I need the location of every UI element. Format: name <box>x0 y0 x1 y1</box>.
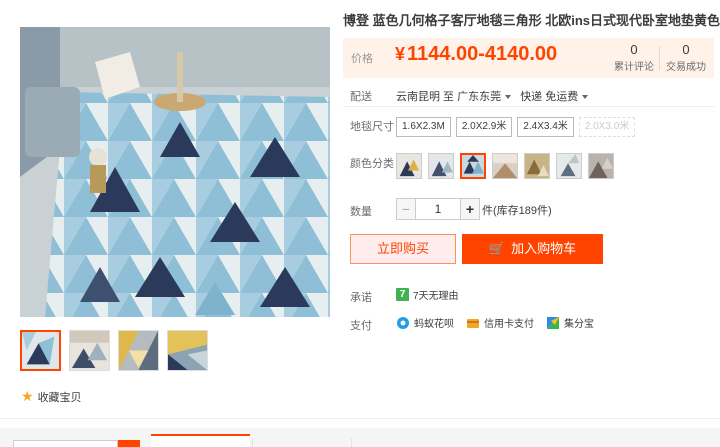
promise-text: 7天无理由 <box>413 291 459 302</box>
shipping-label: 配送 <box>350 91 372 103</box>
quantity-decrease-button[interactable]: − <box>396 198 416 220</box>
quantity-input[interactable]: 1 <box>416 198 460 220</box>
ship-method-dropdown[interactable]: 快递 免运费 <box>520 91 594 103</box>
product-title: 博登 蓝色几何格子客厅地毯三角形 北欧ins日式现代卧室地垫黄色 <box>343 13 720 28</box>
huabei-icon <box>397 316 409 329</box>
chevron-down-icon <box>505 95 512 100</box>
star-icon: ★ <box>21 388 34 404</box>
thumbnail-strip <box>20 330 208 371</box>
thumbnail-1[interactable] <box>20 330 61 371</box>
jifenbao-icon <box>547 316 559 329</box>
quantity-stepper: − 1 + <box>396 198 480 220</box>
price-box: 价格 ¥1144.00-4140.00 0 累计评论 0 交易成功 <box>343 38 714 78</box>
ship-to: 广东东莞 <box>457 91 502 103</box>
color-swatch[interactable] <box>556 153 582 179</box>
color-swatch-selected[interactable] <box>460 153 486 179</box>
color-swatch[interactable] <box>492 153 518 179</box>
color-swatch[interactable] <box>396 153 422 179</box>
reviews-count: 0 <box>630 42 638 57</box>
color-swatches <box>396 153 614 179</box>
cart-icon: 🛒 <box>488 241 506 256</box>
promise-label: 承诺 <box>350 292 372 304</box>
payment-label: 支付 <box>350 320 372 332</box>
price-label: 价格 <box>351 53 373 65</box>
sales-label: 交易成功 <box>666 62 706 73</box>
thumbnail-4[interactable] <box>167 330 208 371</box>
section-divider <box>0 418 720 419</box>
payment-method-label: 蚂蚁花呗 <box>414 319 454 330</box>
shop-search-button[interactable] <box>118 440 140 447</box>
reviews-stat[interactable]: 0 累计评论 <box>614 42 654 73</box>
stat-divider <box>659 46 660 70</box>
rug-photo <box>20 27 330 317</box>
favorite-button[interactable]: ★ 收藏宝贝 <box>21 388 82 405</box>
size-option[interactable]: 1.6X2.3M <box>396 117 451 137</box>
sales-count: 0 <box>682 42 690 57</box>
thumbnail-2[interactable] <box>69 330 110 371</box>
tab-inactive[interactable] <box>252 438 352 447</box>
quantity-label: 数量 <box>350 206 372 218</box>
divider <box>343 106 714 107</box>
size-option[interactable]: 2.4X3.4米 <box>517 117 574 137</box>
chevron-down-icon <box>582 95 589 100</box>
seven-day-icon: 7 <box>396 288 409 301</box>
size-options: 1.6X2.3M 2.0X2.9米 2.4X3.4米 2.0X3.0米 <box>396 117 636 137</box>
payment-method-label: 集分宝 <box>564 319 594 330</box>
thumbnail-3[interactable] <box>118 330 159 371</box>
add-to-cart-button[interactable]: 🛒 加入购物车 <box>462 234 603 264</box>
product-gallery: ★ 收藏宝贝 <box>0 0 340 420</box>
payment-method-credit-card[interactable]: 信用卡支付 <box>466 315 534 330</box>
ship-method: 快递 免运费 <box>520 91 579 103</box>
credit-card-icon <box>467 318 479 328</box>
shipping-value: 云南昆明 至 广东东莞 快递 免运费 <box>396 88 594 104</box>
tab-active[interactable] <box>151 434 250 447</box>
sales-stat: 0 交易成功 <box>664 42 708 73</box>
favorite-label: 收藏宝贝 <box>37 391 82 404</box>
promise-value[interactable]: 7 7天无理由 <box>396 287 459 302</box>
payment-method-huabei[interactable]: 蚂蚁花呗 <box>396 315 454 330</box>
payment-method-label: 信用卡支付 <box>484 319 534 330</box>
size-option[interactable]: 2.0X2.9米 <box>455 117 513 137</box>
size-label: 地毯尺寸 <box>350 121 394 133</box>
price-range: 1144.00-4140.00 <box>407 43 558 65</box>
buy-now-button[interactable]: 立即购买 <box>350 234 456 264</box>
color-label: 颜色分类 <box>350 158 394 170</box>
shop-search-input[interactable] <box>13 440 118 447</box>
ship-to-dropdown[interactable]: 广东东莞 <box>457 91 517 103</box>
payment-method-jifenbao[interactable]: 集分宝 <box>546 315 594 330</box>
quantity-increase-button[interactable]: + <box>460 198 480 220</box>
reviews-label: 累计评论 <box>614 62 654 73</box>
main-product-image[interactable] <box>20 27 330 317</box>
payment-methods: 蚂蚁花呗 信用卡支付 集分宝 <box>396 315 606 330</box>
color-swatch[interactable] <box>428 153 454 179</box>
ship-from: 云南昆明 至 <box>396 91 455 103</box>
add-to-cart-label: 加入购物车 <box>511 241 577 256</box>
color-swatch[interactable] <box>524 153 550 179</box>
size-option-disabled: 2.0X3.0米 <box>578 117 636 137</box>
stock-text: 件(库存189件) <box>482 205 552 217</box>
currency-symbol: ¥ <box>395 44 406 64</box>
color-swatch[interactable] <box>588 153 614 179</box>
price-value: ¥1144.00-4140.00 <box>395 43 557 66</box>
